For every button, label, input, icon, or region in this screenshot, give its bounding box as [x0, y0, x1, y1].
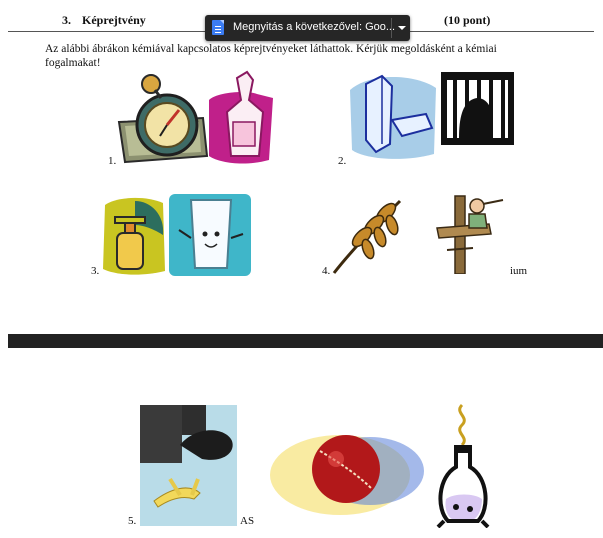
- intro-text: Az alábbi ábrákon kémiával kapcsolatos k…: [45, 43, 497, 69]
- open-with-separator: [391, 18, 392, 38]
- chevron-down-icon[interactable]: [393, 15, 410, 41]
- page-divider: [8, 334, 603, 348]
- document-page-2: 5. AS: [0, 348, 603, 538]
- flask-icon: [436, 403, 490, 528]
- puzzle-1-number: 1.: [108, 155, 117, 167]
- bottle-icon: [209, 70, 273, 164]
- wheat-icon: [332, 199, 402, 274]
- task-title: Képrejtvény: [82, 13, 146, 27]
- puzzle-4-suffix: ium: [510, 265, 528, 277]
- open-with-button[interactable]: Megnyitás a következővel: Goo...: [205, 15, 410, 41]
- open-with-main[interactable]: Megnyitás a következővel: Goo...: [205, 15, 395, 41]
- jail-icon: [441, 72, 514, 145]
- crystal-icon: [350, 74, 436, 159]
- puzzle-4-number: 4.: [322, 265, 331, 277]
- lookout-man-icon: [436, 195, 504, 274]
- open-with-label: Megnyitás a következővel: Goo...: [233, 21, 396, 33]
- document-page-1: 3. Képrejtvény (10 pont) Megnyitás a köv…: [0, 0, 603, 334]
- puzzle-3-number: 3.: [91, 265, 100, 277]
- gas-canister-icon: [103, 197, 165, 275]
- google-docs-icon: [212, 20, 224, 35]
- puzzle-5-number: 5.: [128, 515, 137, 527]
- banana-slip-photo: [140, 405, 237, 526]
- task-points: (10 pont): [444, 13, 491, 27]
- clock-icon: [117, 74, 209, 164]
- task-number: 3.: [62, 13, 71, 27]
- cricket-ball-photo: [270, 435, 424, 515]
- glass-of-water-icon: [169, 194, 251, 276]
- puzzle-5-suffix: AS: [240, 515, 255, 527]
- puzzle-2-number: 2.: [338, 155, 347, 167]
